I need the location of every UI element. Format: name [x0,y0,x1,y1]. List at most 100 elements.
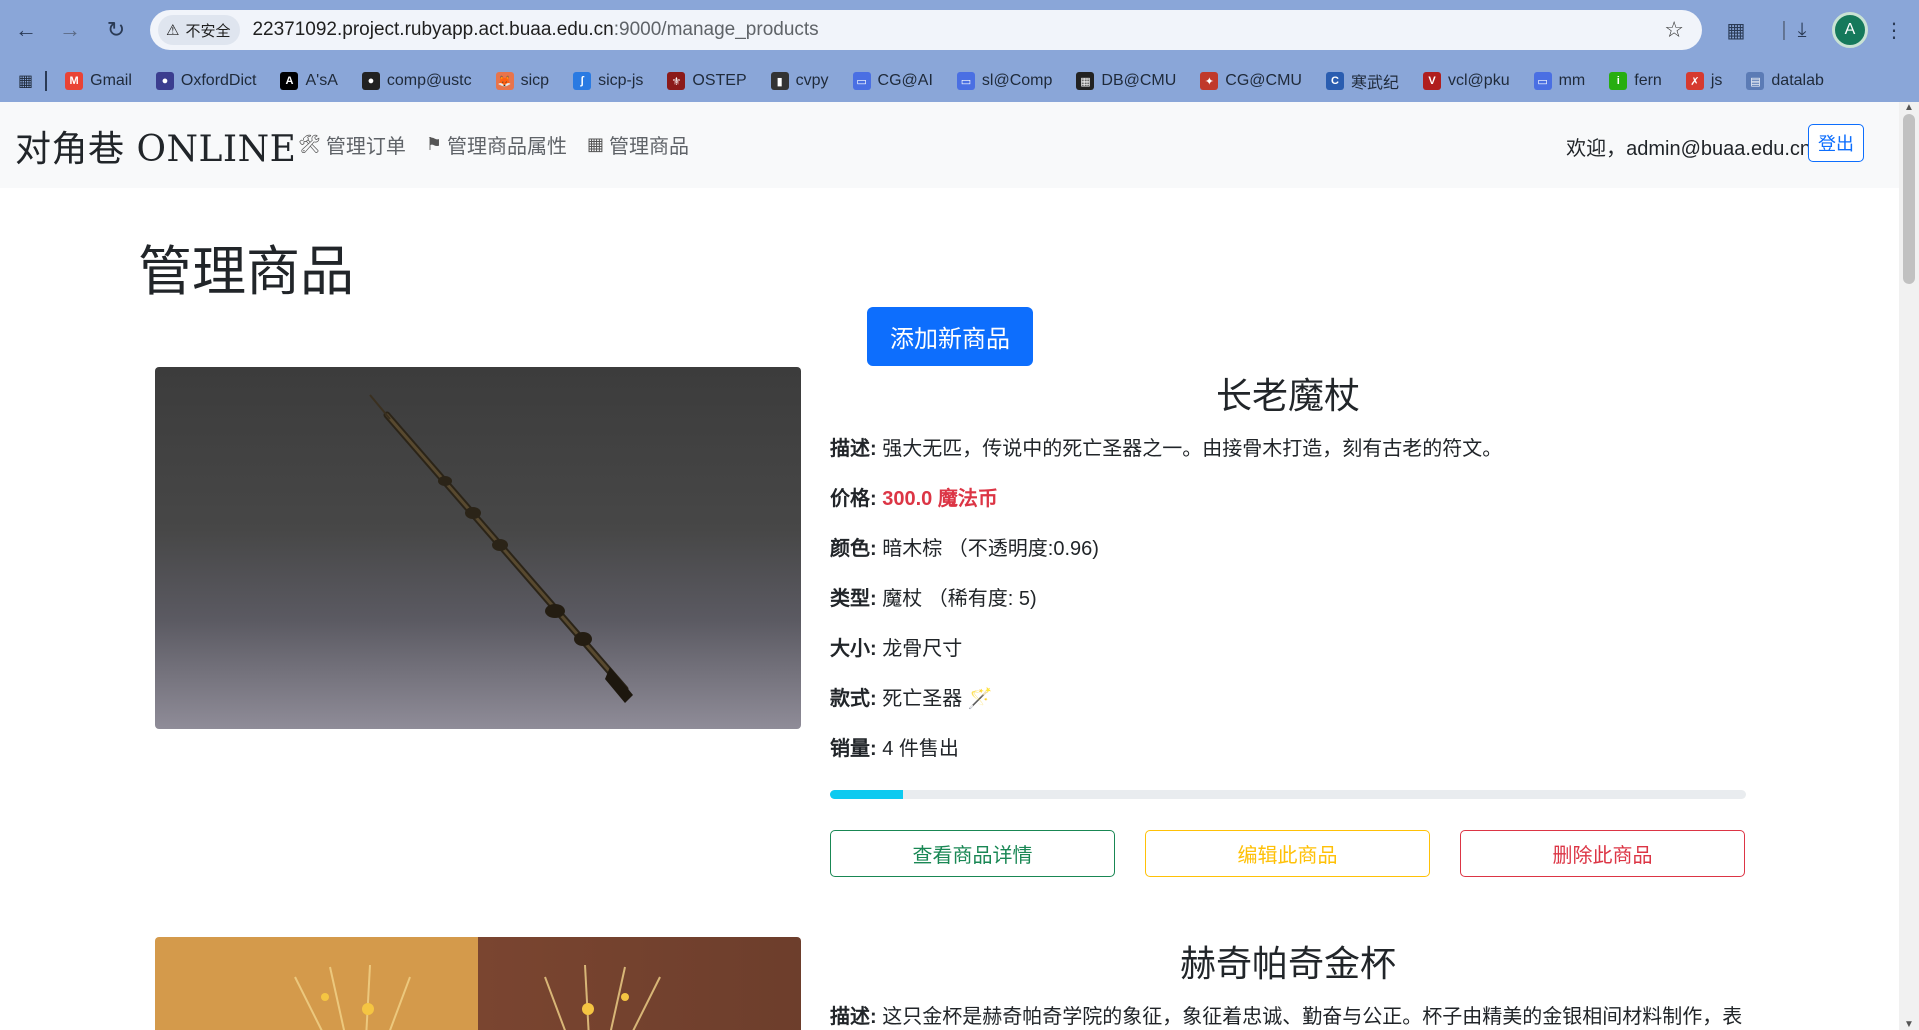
bookmark-item[interactable]: ▦ DB@CMU [1076,72,1176,90]
sitemap-icon: ▦ [587,134,605,154]
nav-manage-products-label: 管理商品 [609,136,690,158]
bookmark-favicon-icon: M [65,72,84,90]
back-icon[interactable]: ← [8,12,44,48]
size-label: 大小: [830,638,877,660]
bookmark-item[interactable]: C 寒武纪 [1325,69,1399,93]
edit-product-button[interactable]: 编辑此商品 [1145,830,1430,877]
nav-links: 🛠 管理订单 ⚑ 管理商品属性 ▦ 管理商品 [298,130,689,159]
profile-avatar[interactable]: A [1832,12,1868,48]
bookmark-label: comp@ustc [386,72,472,89]
page-scrollbar[interactable]: ▲ ▼ [1899,102,1919,1030]
reload-icon[interactable]: ↻ [98,12,134,48]
product-description: 描述: 这只金杯是赫奇帕奇学院的象征，象征着忠诚、勤奋与公正。杯子由精美的金银相… [830,1000,1742,1029]
bookmark-item[interactable]: ● OxfordDict [155,72,256,90]
bookmark-favicon-icon: A [280,72,299,90]
menu-icon[interactable]: ⋮ [1878,14,1910,46]
bookmark-item[interactable]: ▤ datalab [1746,72,1824,90]
size-value: 龙骨尺寸 [882,638,963,660]
apps-grid-icon[interactable]: ▦ [18,71,33,91]
view-product-button[interactable]: 查看商品详情 [830,830,1115,877]
bookmark-item[interactable]: i fern [1609,72,1662,90]
bookmark-star-icon[interactable]: ☆ [1664,17,1684,43]
bookmark-label: sicp-js [598,72,644,89]
nav-manage-orders[interactable]: 🛠 管理订单 [298,130,406,159]
bookmark-label: mm [1558,72,1586,89]
warning-icon: ⚠ [166,22,180,39]
security-label: 不安全 [185,22,231,40]
browser-chrome: ← → ↻ ⚠ 不安全 22371092.project.rubyapp.act… [0,0,1919,102]
address-bar[interactable]: ⚠ 不安全 22371092.project.rubyapp.act.buaa.… [150,10,1702,50]
scroll-thumb[interactable] [1903,114,1915,284]
url-text[interactable]: 22371092.project.rubyapp.act.buaa.edu.cn… [252,19,818,41]
product-type: 类型: 魔杖 （稀有度: 5) [830,582,1037,611]
bookmark-favicon-icon: 🦊 [495,72,514,90]
description-label: 描述: [830,438,877,460]
nav-manage-products[interactable]: ▦ 管理商品 [587,130,689,159]
bookmark-item[interactable]: ▭ sl@Comp [956,72,1052,90]
product-title: 赫奇帕奇金杯 [1179,943,1396,984]
welcome-text: 欢迎，admin@buaa.edu.cn [1566,138,1811,160]
nav-manage-orders-label: 管理订单 [325,136,406,158]
bookmark-favicon-icon: ▭ [852,72,871,90]
security-chip[interactable]: ⚠ 不安全 [158,15,241,45]
tools-icon: 🛠 [298,134,321,154]
scroll-up-icon[interactable]: ▲ [1904,102,1914,113]
bookmark-item[interactable]: ✗ js [1685,72,1723,90]
description-value: 这只金杯是赫奇帕奇学院的象征，象征着忠诚、勤奋与公正。杯子由精美的金银相间材料制… [882,1006,1743,1028]
nav-manage-attributes[interactable]: ⚑ 管理商品属性 [426,130,567,159]
download-icon[interactable]: ⤓ [1786,14,1818,46]
bookmark-label: OSTEP [692,72,747,89]
bookmark-item[interactable]: ▭ mm [1533,72,1586,90]
product-title: 长老魔杖 [1215,375,1360,416]
bookmark-label: datalab [1771,72,1824,89]
product-image [155,937,801,1030]
bookmark-item[interactable]: ▮ cvpy [770,72,829,90]
product-style: 款式: 死亡圣器 🪄 [830,682,993,711]
product-image [155,367,801,729]
delete-product-button[interactable]: 删除此商品 [1460,830,1745,877]
bookmark-item[interactable]: ✦ CG@CMU [1200,72,1302,90]
price-label: 价格: [830,488,877,510]
bookmarks-separator [45,71,48,91]
bookmark-item[interactable]: ● comp@ustc [361,72,472,90]
bookmark-label: vcl@pku [1448,72,1510,89]
bookmark-favicon-icon: ▦ [1076,72,1095,90]
bookmark-item[interactable]: ʃ sicp-js [573,72,643,90]
site-brand[interactable]: 对角巷 ONLINE [15,120,296,172]
logout-button[interactable]: 登出 [1808,124,1864,162]
bookmark-item[interactable]: 🦊 sicp [495,72,550,90]
address-row: ← → ↻ ⚠ 不安全 22371092.project.rubyapp.act… [0,0,1919,60]
page-title: 管理商品 [138,242,354,302]
bookmark-item[interactable]: M Gmail [65,72,132,90]
page-viewport: 对角巷 ONLINE 🛠 管理订单 ⚑ 管理商品属性 ▦ 管理商品 欢迎，adm… [0,102,1899,1030]
product-description: 描述: 强大无匹，传说中的死亡圣器之一。由接骨木打造，刻有古老的符文。 [830,432,1502,461]
bookmark-item[interactable]: A A'sA [280,72,338,90]
bookmark-label: Gmail [90,72,132,89]
bookmark-label: fern [1634,72,1662,89]
add-product-button[interactable]: 添加新商品 [867,307,1033,366]
bookmark-favicon-icon: ● [155,72,174,90]
type-label: 类型: [830,588,877,610]
bookmark-item[interactable]: Vvcl@pku [1423,72,1510,90]
style-label: 款式: [830,688,877,710]
bookmark-list: M Gmail ● OxfordDict A A'sA ● comp@ustc 🦊 sicp ʃ si… [65,69,1848,93]
bookmark-label: cvpy [795,72,829,89]
description-value: 强大无匹，传说中的死亡圣器之一。由接骨木打造，刻有古老的符文。 [882,438,1503,460]
bookmark-item[interactable]: ⚜ OSTEP [667,72,747,90]
bookmark-label: js [1710,72,1723,89]
bookmark-item[interactable]: ▭ CG@AI [852,72,933,90]
tags-icon: ⚑ [425,134,442,154]
color-label: 颜色: [830,538,877,560]
product-color: 颜色: 暗木棕 （不透明度:0.96) [830,532,1099,561]
bookmark-favicon-icon: ✦ [1200,72,1219,90]
bookmark-label: sicp [520,72,550,89]
bookmark-favicon-icon: ✗ [1685,72,1704,90]
bookmark-favicon-icon: ● [361,72,380,90]
bookmark-label: CG@CMU [1225,72,1302,89]
bookmark-label: A'sA [305,72,338,89]
extensions-icon[interactable]: ▦ [1720,14,1752,46]
forward-icon[interactable]: → [52,12,88,48]
product-size: 大小: 龙骨尺寸 [830,632,962,661]
nav-manage-attributes-label: 管理商品属性 [447,136,567,158]
scroll-down-icon[interactable]: ▼ [1904,1019,1914,1030]
